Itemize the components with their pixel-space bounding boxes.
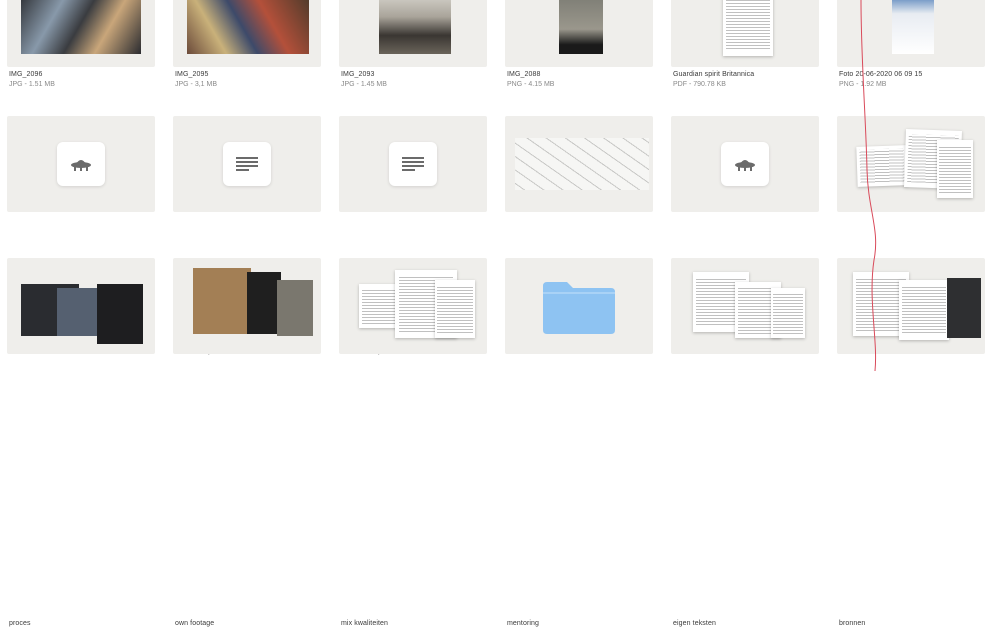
text-lines [939, 144, 971, 194]
folder-photos-preview[interactable] [7, 258, 155, 354]
pdf-page [723, 0, 773, 56]
file-name: bronnen [839, 620, 866, 627]
screenshot-thumbnail[interactable] [837, 0, 985, 67]
text-lines [859, 148, 905, 184]
file-grid: IMG_2096 JPG - 1.51 MB IMG_2095 JPG - 3,1 M… [0, 0, 995, 627]
text-lines [902, 284, 946, 336]
document-page [937, 140, 973, 198]
text-lines-icon [236, 157, 258, 171]
photo-thumbnail[interactable] [505, 0, 653, 67]
file-tile[interactable]: proces [7, 258, 155, 642]
photo-thumbnail[interactable] [7, 0, 155, 67]
photo-preview [193, 268, 251, 334]
folder-docs-preview[interactable] [339, 258, 487, 354]
text-lines-icon [402, 157, 424, 171]
ufo-icon[interactable] [7, 116, 155, 212]
file-icon-card [223, 142, 271, 186]
text-file-icon[interactable] [173, 116, 321, 212]
file-icon-card [57, 142, 105, 186]
photo-preview [559, 0, 603, 54]
file-name: Foto 20-06-2020 06 09 15 [839, 71, 923, 78]
sketch-thumbnail[interactable] [505, 116, 653, 212]
file-name: IMG_2095 [175, 71, 209, 78]
folder-icon[interactable] [505, 258, 653, 354]
file-tile[interactable]: mentoring [505, 258, 653, 642]
file-tile[interactable]: eigen teksten [671, 258, 819, 642]
file-tile[interactable]: IMG_2093 JPG - 1.45 MB [339, 0, 487, 91]
file-tile[interactable]: Guardian spirit Britannica PDF - 790.78 K… [671, 0, 819, 91]
photo-preview [97, 284, 143, 344]
folder-icon [543, 282, 615, 334]
document-page [899, 280, 949, 340]
screenshot-preview [892, 0, 934, 54]
file-tile[interactable]: mix kwaliteiten [339, 258, 487, 642]
ufo-icon [735, 160, 755, 171]
file-meta: JPG - 3,1 MB [175, 81, 218, 88]
photo-preview [187, 0, 309, 54]
pdf-thumbnail[interactable] [671, 0, 819, 67]
sketch-preview [515, 138, 649, 190]
folder-docs-preview[interactable] [837, 116, 985, 212]
file-tile[interactable]: bronnen [837, 258, 985, 642]
file-name: proces [9, 620, 31, 627]
folder-photos-preview[interactable] [173, 258, 321, 354]
file-name: IMG_2093 [341, 71, 375, 78]
file-tile[interactable]: IMG_2088 PNG - 4.15 MB [505, 0, 653, 91]
file-name: IMG_2088 [507, 71, 541, 78]
file-meta: PDF - 790.78 KB [673, 81, 726, 88]
file-name: eigen teksten [673, 620, 716, 627]
file-icon-card [721, 142, 769, 186]
ufo-icon[interactable] [671, 116, 819, 212]
photo-preview [379, 0, 451, 54]
file-meta: PNG - 4.15 MB [507, 81, 555, 88]
folder-docs-preview[interactable] [837, 258, 985, 354]
file-name: own footage [175, 620, 215, 627]
file-name: Guardian spirit Britannica [673, 71, 755, 78]
file-tile[interactable]: IMG_2096 JPG - 1.51 MB [7, 0, 155, 91]
photo-preview [277, 280, 313, 336]
folder-docs-preview[interactable] [671, 258, 819, 354]
photo-thumbnail[interactable] [339, 0, 487, 67]
text-lines [726, 0, 770, 51]
file-icon-card [389, 142, 437, 186]
file-meta: JPG - 1.45 MB [341, 81, 387, 88]
text-lines [437, 284, 473, 334]
document-page [435, 280, 475, 338]
document-page [771, 288, 805, 338]
ufo-icon [71, 160, 91, 171]
photo-preview [947, 278, 981, 338]
file-name: mentoring [507, 620, 540, 627]
file-meta: JPG - 1.51 MB [9, 81, 55, 88]
text-lines [773, 292, 803, 334]
file-tile[interactable]: own footage [173, 258, 321, 642]
photo-thumbnail[interactable] [173, 0, 321, 67]
photo-preview [247, 272, 281, 334]
file-name: IMG_2096 [9, 71, 43, 78]
text-file-icon[interactable] [339, 116, 487, 212]
document-page [856, 145, 908, 187]
file-meta: PNG - 1.92 MB [839, 81, 887, 88]
photo-preview [21, 0, 141, 54]
file-tile[interactable]: Foto 20-06-2020 06 09 15 PNG - 1.92 MB [837, 0, 985, 91]
file-tile[interactable]: IMG_2095 JPG - 3,1 MB [173, 0, 321, 91]
file-name: mix kwaliteiten [341, 620, 389, 627]
